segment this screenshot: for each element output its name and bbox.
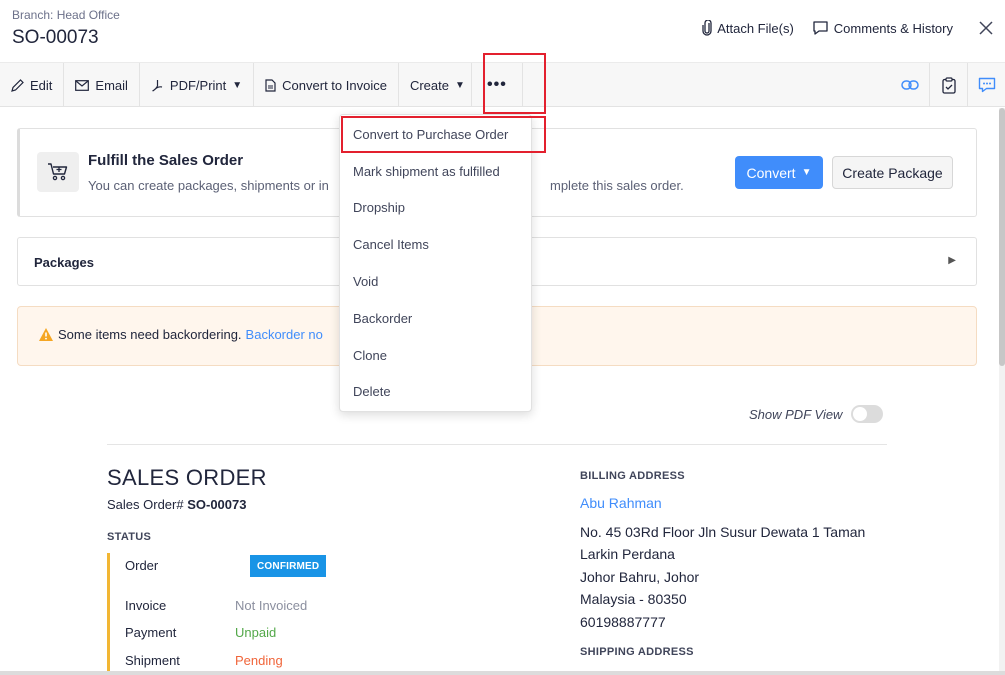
- billing-address-line: Malaysia - 80350: [580, 591, 687, 607]
- billing-address-line: Johor Bahru, Johor: [580, 569, 700, 585]
- backorder-now-link[interactable]: Backorder no: [246, 327, 323, 342]
- status-key-invoice: Invoice: [125, 598, 167, 613]
- vertical-scrollbar-thumb[interactable]: [999, 108, 1005, 366]
- edit-button[interactable]: Edit: [0, 63, 65, 107]
- cart-icon: [48, 163, 68, 181]
- warning-icon: [39, 328, 53, 341]
- comments-history-label: Comments & History: [833, 20, 953, 36]
- email-button[interactable]: Email: [64, 63, 140, 107]
- pdf-print-button[interactable]: PDF/Print ▼: [140, 63, 255, 107]
- status-heading: STATUS: [107, 531, 152, 543]
- billing-phone: 60198887777: [580, 614, 666, 630]
- create-button[interactable]: Create ▼: [399, 63, 471, 107]
- fulfill-description-end: mplete this sales order.: [550, 178, 684, 193]
- shipping-address-heading: SHIPPING ADDRESS: [580, 646, 694, 658]
- branch-label: Branch: Head Office: [12, 8, 120, 22]
- link-icon: [901, 80, 919, 90]
- status-value-invoice: Not Invoiced: [235, 598, 308, 613]
- menu-item-mark-shipment-fulfilled[interactable]: Mark shipment as fulfilled: [340, 157, 531, 185]
- email-label: Email: [95, 77, 128, 93]
- menu-item-clone[interactable]: Clone: [340, 341, 531, 369]
- more-actions-button[interactable]: •••: [470, 63, 523, 107]
- create-package-button[interactable]: Create Package: [832, 156, 953, 189]
- pdf-view-toggle-row: Show PDF View: [749, 405, 884, 423]
- status-key-order: Order: [125, 558, 159, 573]
- toolbar: Edit Email PDF/Print ▼ Convert to Invoic…: [0, 62, 1005, 107]
- chat-button[interactable]: [967, 63, 1005, 107]
- document-title: SALES ORDER: [107, 465, 267, 490]
- chat-icon: [978, 77, 995, 93]
- status-key-payment: Payment: [125, 625, 177, 640]
- comments-history-button[interactable]: Comments & History: [812, 20, 953, 36]
- caret-down-icon: ▼: [454, 79, 465, 91]
- toggle-knob: [853, 407, 868, 421]
- close-icon: [979, 21, 993, 35]
- billing-address-line: No. 45 03Rd Floor Jln Susur Dewata 1 Tam…: [580, 524, 866, 540]
- checklist-button[interactable]: [929, 63, 967, 107]
- envelope-icon: [75, 79, 90, 91]
- convert-button[interactable]: Convert ▼: [735, 156, 823, 189]
- convert-to-invoice-button[interactable]: Convert to Invoice: [254, 63, 399, 107]
- fulfill-description: You can create packages, shipments or in: [88, 178, 329, 193]
- document-icon: [265, 78, 276, 92]
- menu-item-void[interactable]: Void: [340, 267, 531, 295]
- fulfill-title: Fulfill the Sales Order: [88, 152, 244, 169]
- menu-item-delete[interactable]: Delete: [340, 377, 531, 405]
- comment-icon: [813, 21, 828, 35]
- warning-row: Some items need backordering. Backorder …: [38, 327, 323, 342]
- toolbar-right: [891, 63, 1005, 107]
- more-actions-menu: Convert to Purchase Order Mark shipment …: [339, 114, 532, 412]
- packages-title: Packages: [34, 255, 94, 270]
- close-button[interactable]: [971, 14, 1001, 42]
- status-key-shipment: Shipment: [125, 653, 180, 668]
- create-label: Create: [409, 77, 449, 93]
- status-accent-bar: [107, 553, 110, 675]
- edit-label: Edit: [30, 77, 53, 93]
- clipboard-check-icon: [941, 76, 956, 94]
- page-title: SO-00073: [12, 27, 99, 48]
- caret-down-icon: ▼: [232, 79, 243, 91]
- status-value-payment: Unpaid: [235, 625, 277, 640]
- attach-files-label: Attach File(s): [717, 20, 794, 36]
- menu-item-dropship[interactable]: Dropship: [340, 193, 531, 221]
- status-badge: CONFIRMED: [250, 555, 327, 577]
- warning-text: Some items need backordering.: [58, 327, 242, 342]
- billing-customer-link[interactable]: Abu Rahman: [580, 495, 662, 511]
- link-button[interactable]: [891, 63, 929, 107]
- billing-address-line: Larkin Perdana: [580, 546, 675, 562]
- billing-address-heading: BILLING ADDRESS: [580, 470, 685, 482]
- status-value-shipment: Pending: [235, 653, 283, 668]
- pencil-icon: [11, 78, 24, 92]
- pdf-view-toggle[interactable]: [851, 405, 884, 423]
- convert-to-invoice-label: Convert to Invoice: [282, 77, 387, 93]
- pdf-print-label: PDF/Print: [169, 77, 227, 93]
- horizontal-scrollbar[interactable]: [0, 671, 1005, 675]
- caret-right-icon: ▶: [948, 255, 956, 266]
- sales-order-number: SO-00073: [187, 497, 247, 512]
- menu-item-cancel-items[interactable]: Cancel Items: [340, 230, 531, 258]
- page-header: Branch: Head Office SO-00073 Attach File…: [0, 0, 1005, 62]
- pdf-view-label: Show PDF View: [749, 406, 843, 422]
- menu-item-backorder[interactable]: Backorder: [340, 304, 531, 332]
- paperclip-icon: [702, 20, 712, 36]
- header-actions: Attach File(s) Comments & History: [701, 14, 1005, 42]
- divider: [107, 444, 887, 445]
- sales-order-number-row: Sales Order# SO-00073: [107, 497, 246, 512]
- attach-files-button[interactable]: Attach File(s): [701, 20, 794, 36]
- sales-order-number-label: Sales Order#: [107, 497, 184, 512]
- caret-down-icon: ▼: [801, 167, 812, 178]
- menu-item-convert-to-purchase-order[interactable]: Convert to Purchase Order: [340, 120, 531, 148]
- cart-icon-box: [37, 152, 79, 192]
- pdf-icon: [152, 79, 163, 92]
- convert-label: Convert: [746, 164, 796, 181]
